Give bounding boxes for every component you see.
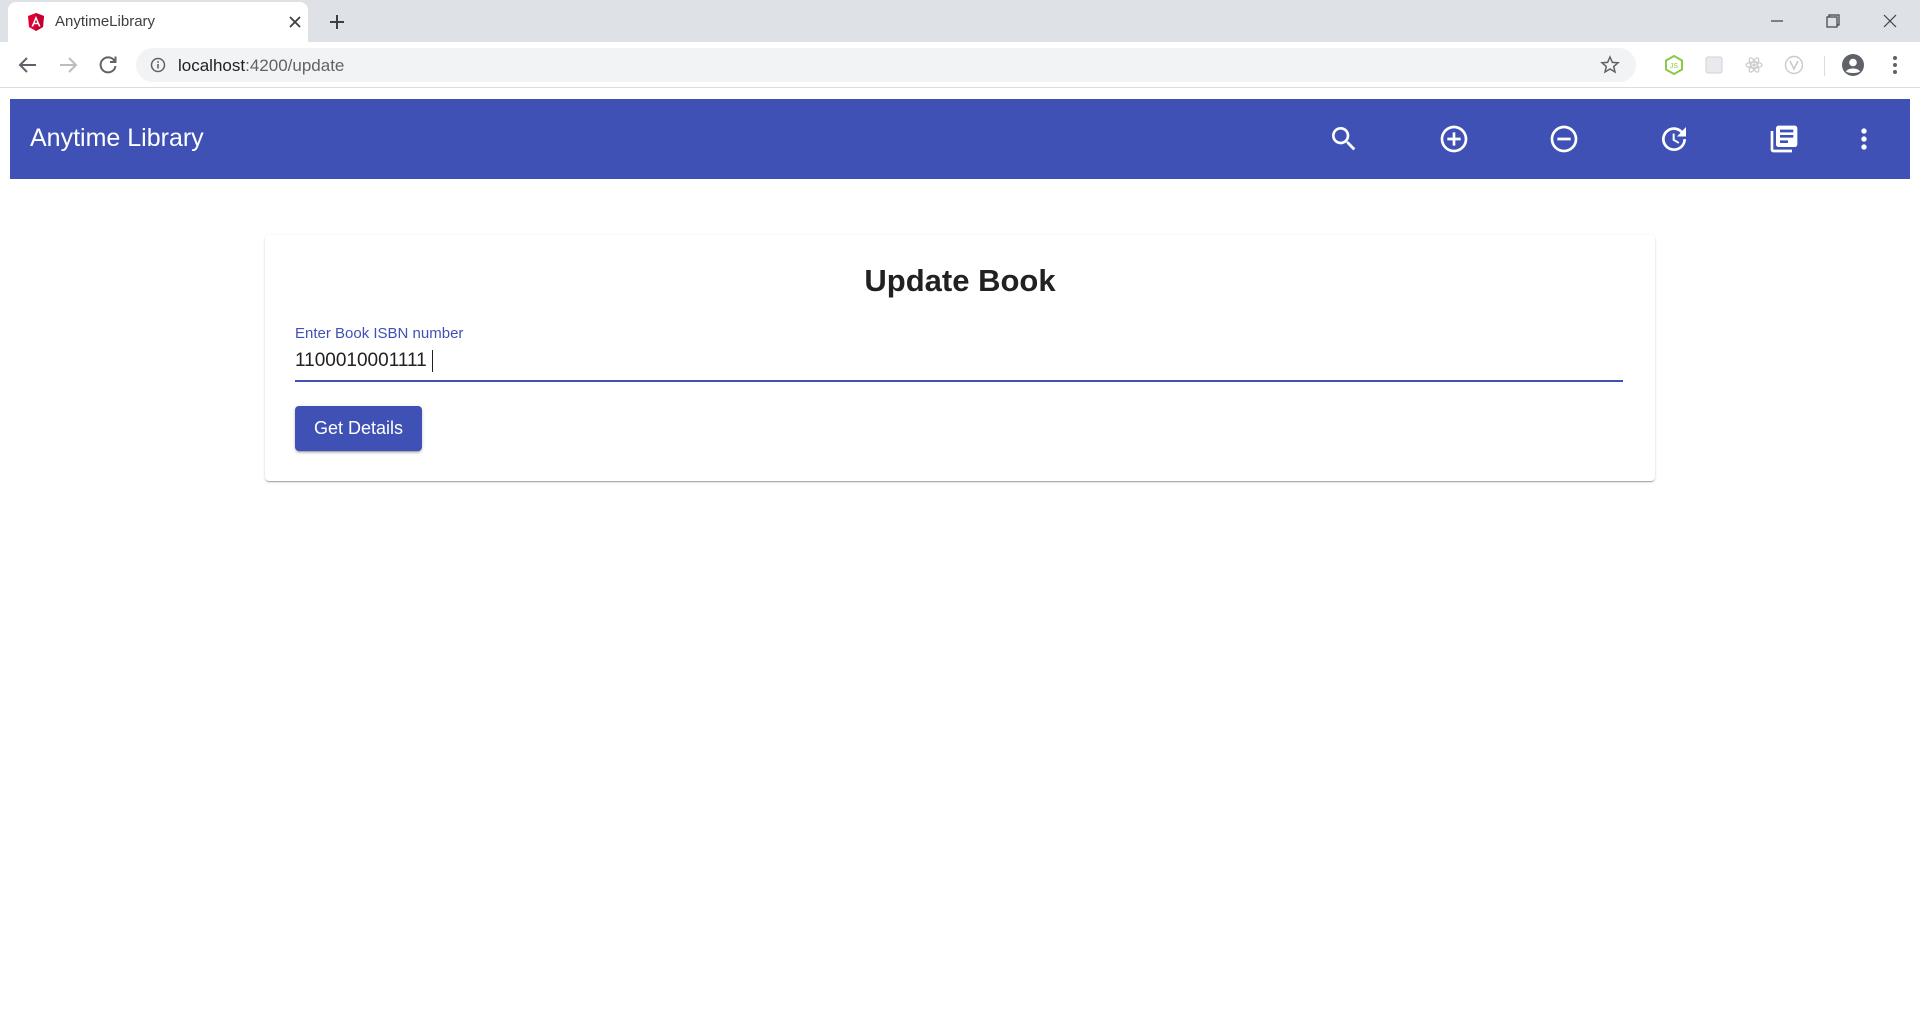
url-path: :4200/update bbox=[245, 56, 345, 75]
isbn-field-label: Enter Book ISBN number bbox=[295, 325, 464, 342]
angular-logo-icon bbox=[28, 13, 44, 31]
more-vert-icon[interactable] bbox=[1848, 123, 1880, 155]
browser-tabstrip: AnytimeLibrary bbox=[0, 0, 1920, 42]
bookmark-star-icon[interactable] bbox=[1600, 55, 1620, 75]
reload-icon[interactable] bbox=[96, 53, 120, 77]
url-host: localhost bbox=[178, 56, 246, 75]
back-arrow-icon[interactable] bbox=[16, 53, 40, 77]
close-icon[interactable] bbox=[286, 13, 304, 31]
minimize-icon[interactable] bbox=[1764, 8, 1790, 34]
get-details-button[interactable]: Get Details bbox=[295, 406, 422, 451]
update-book-card: Update Book Enter Book ISBN number Get D… bbox=[265, 235, 1655, 481]
new-tab-icon[interactable] bbox=[325, 10, 349, 34]
window-close-icon[interactable] bbox=[1877, 8, 1903, 34]
isbn-input[interactable] bbox=[295, 347, 1623, 375]
forward-arrow-icon[interactable] bbox=[56, 53, 80, 77]
extension-square-icon[interactable] bbox=[1704, 55, 1724, 75]
text-caret bbox=[432, 350, 433, 372]
nodejs-extension-icon[interactable]: JS bbox=[1664, 55, 1684, 75]
library-books-icon[interactable] bbox=[1768, 123, 1800, 155]
browser-tab[interactable]: AnytimeLibrary bbox=[8, 2, 308, 42]
search-icon[interactable] bbox=[1328, 123, 1360, 155]
browser-toolbar: localhost:4200/update JS bbox=[0, 42, 1920, 88]
remove-circle-icon[interactable] bbox=[1548, 123, 1580, 155]
toolbar-divider bbox=[1824, 56, 1825, 76]
app-toolbar: Anytime Library bbox=[10, 99, 1910, 179]
isbn-field-underline bbox=[295, 380, 1623, 382]
react-extension-icon[interactable] bbox=[1744, 55, 1764, 75]
tab-title: AnytimeLibrary bbox=[55, 13, 156, 30]
page-title: Update Book bbox=[864, 263, 1056, 298]
address-bar[interactable]: localhost:4200/update bbox=[136, 48, 1636, 82]
app-title: Anytime Library bbox=[30, 124, 204, 152]
vue-extension-icon[interactable] bbox=[1784, 55, 1804, 75]
address-url: localhost:4200/update bbox=[178, 56, 344, 76]
svg-text:JS: JS bbox=[1670, 63, 1679, 70]
update-icon[interactable] bbox=[1658, 123, 1690, 155]
profile-avatar-icon[interactable] bbox=[1841, 53, 1865, 77]
add-circle-icon[interactable] bbox=[1438, 123, 1470, 155]
restore-icon[interactable] bbox=[1820, 8, 1846, 34]
browser-menu-icon[interactable] bbox=[1883, 53, 1907, 77]
info-icon[interactable] bbox=[150, 57, 166, 73]
